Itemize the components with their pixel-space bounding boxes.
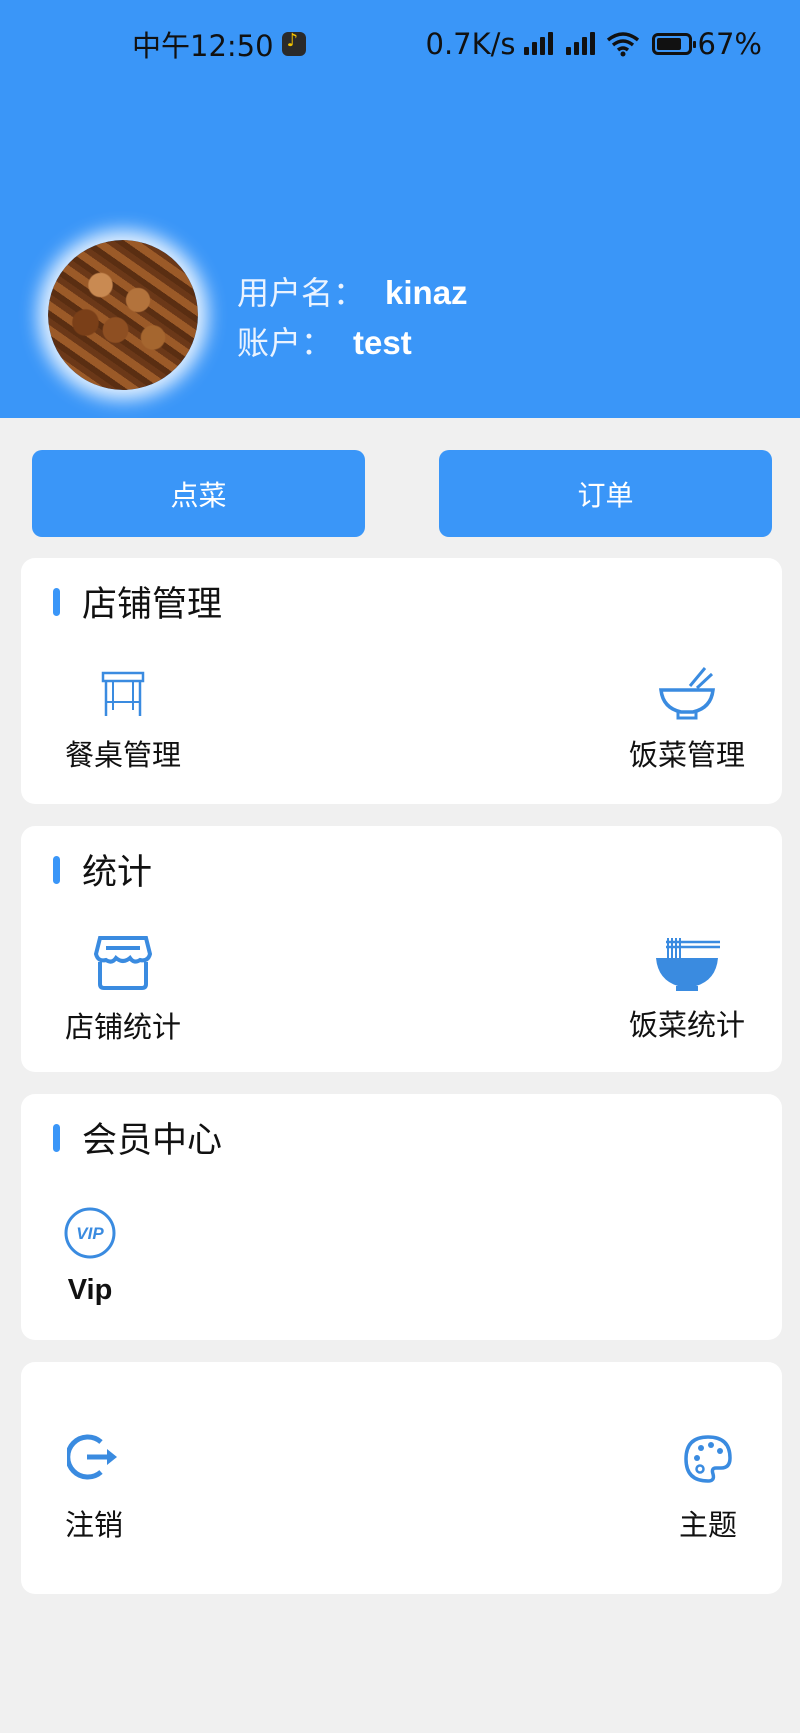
palette-icon (684, 1435, 732, 1483)
network-speed: 0.7K/s (425, 27, 516, 61)
logout-label: 注销 (65, 1508, 124, 1542)
svg-text:VIP: VIP (76, 1224, 104, 1243)
dish-management-label: 饭菜管理 (629, 738, 746, 772)
battery-level: 67% (697, 27, 762, 61)
statistics-card: 统计 店铺统计 饭菜统计 (21, 826, 782, 1072)
member-center-card: 会员中心 VIP Vip (21, 1094, 782, 1340)
settings-card: 注销 主题 (21, 1362, 782, 1594)
wifi-icon (606, 32, 639, 57)
section-indicator (53, 587, 60, 616)
account-row: 账户： test (237, 318, 412, 364)
theme-item[interactable]: 主题 (679, 1434, 737, 1544)
signal-icon (522, 31, 558, 57)
battery-icon (651, 33, 696, 55)
tiktok-notification-icon (281, 30, 306, 56)
status-time: 中午12:50 (132, 29, 274, 63)
username-label: 用户名： (237, 274, 366, 312)
table-management-item[interactable]: 餐桌管理 (65, 668, 181, 774)
store-statistics-item[interactable]: 店铺统计 (65, 934, 181, 1046)
theme-label: 主题 (679, 1508, 738, 1542)
store-management-title: 店铺管理 (82, 585, 223, 625)
bowl-icon (659, 667, 715, 720)
account-label: 账户： (237, 324, 334, 362)
status-bar-right: 0.7K/s 67% (426, 22, 763, 66)
username-value: kinaz (385, 274, 468, 311)
dish-statistics-label: 饭菜统计 (629, 1008, 746, 1042)
order-food-button[interactable]: 点菜 (32, 450, 365, 537)
vip-item[interactable]: VIP Vip (63, 1206, 117, 1307)
section-title: 会员中心 (53, 1112, 222, 1163)
store-statistics-label: 店铺统计 (65, 1010, 182, 1044)
account-value: test (353, 324, 412, 361)
member-center-title: 会员中心 (82, 1121, 223, 1161)
dish-statistics-item[interactable]: 饭菜统计 (629, 936, 745, 1044)
section-indicator (53, 855, 60, 884)
section-title: 店铺管理 (53, 576, 222, 627)
vip-icon: VIP (64, 1207, 116, 1259)
orders-button[interactable]: 订单 (439, 450, 772, 537)
logout-icon (67, 1434, 117, 1480)
signal-icon-2 (564, 31, 600, 57)
dish-management-item[interactable]: 饭菜管理 (629, 666, 745, 774)
store-management-card: 店铺管理 餐桌管理 饭菜管理 (21, 558, 782, 804)
profile-header: 中午12:50 0.7K/s 67% 用户名： kinaz 账户： test (0, 0, 800, 418)
vip-label: Vip (67, 1274, 113, 1306)
noodle-bowl-icon (656, 938, 720, 991)
section-title: 统计 (53, 844, 152, 895)
avatar[interactable] (48, 240, 198, 390)
status-bar-left: 中午12:50 (132, 22, 306, 66)
store-icon (93, 936, 153, 990)
table-icon (101, 671, 145, 716)
username-row: 用户名： kinaz (237, 268, 468, 314)
section-indicator (53, 1123, 60, 1152)
statistics-title: 统计 (82, 853, 153, 893)
table-management-label: 餐桌管理 (65, 738, 182, 772)
logout-item[interactable]: 注销 (65, 1432, 123, 1544)
